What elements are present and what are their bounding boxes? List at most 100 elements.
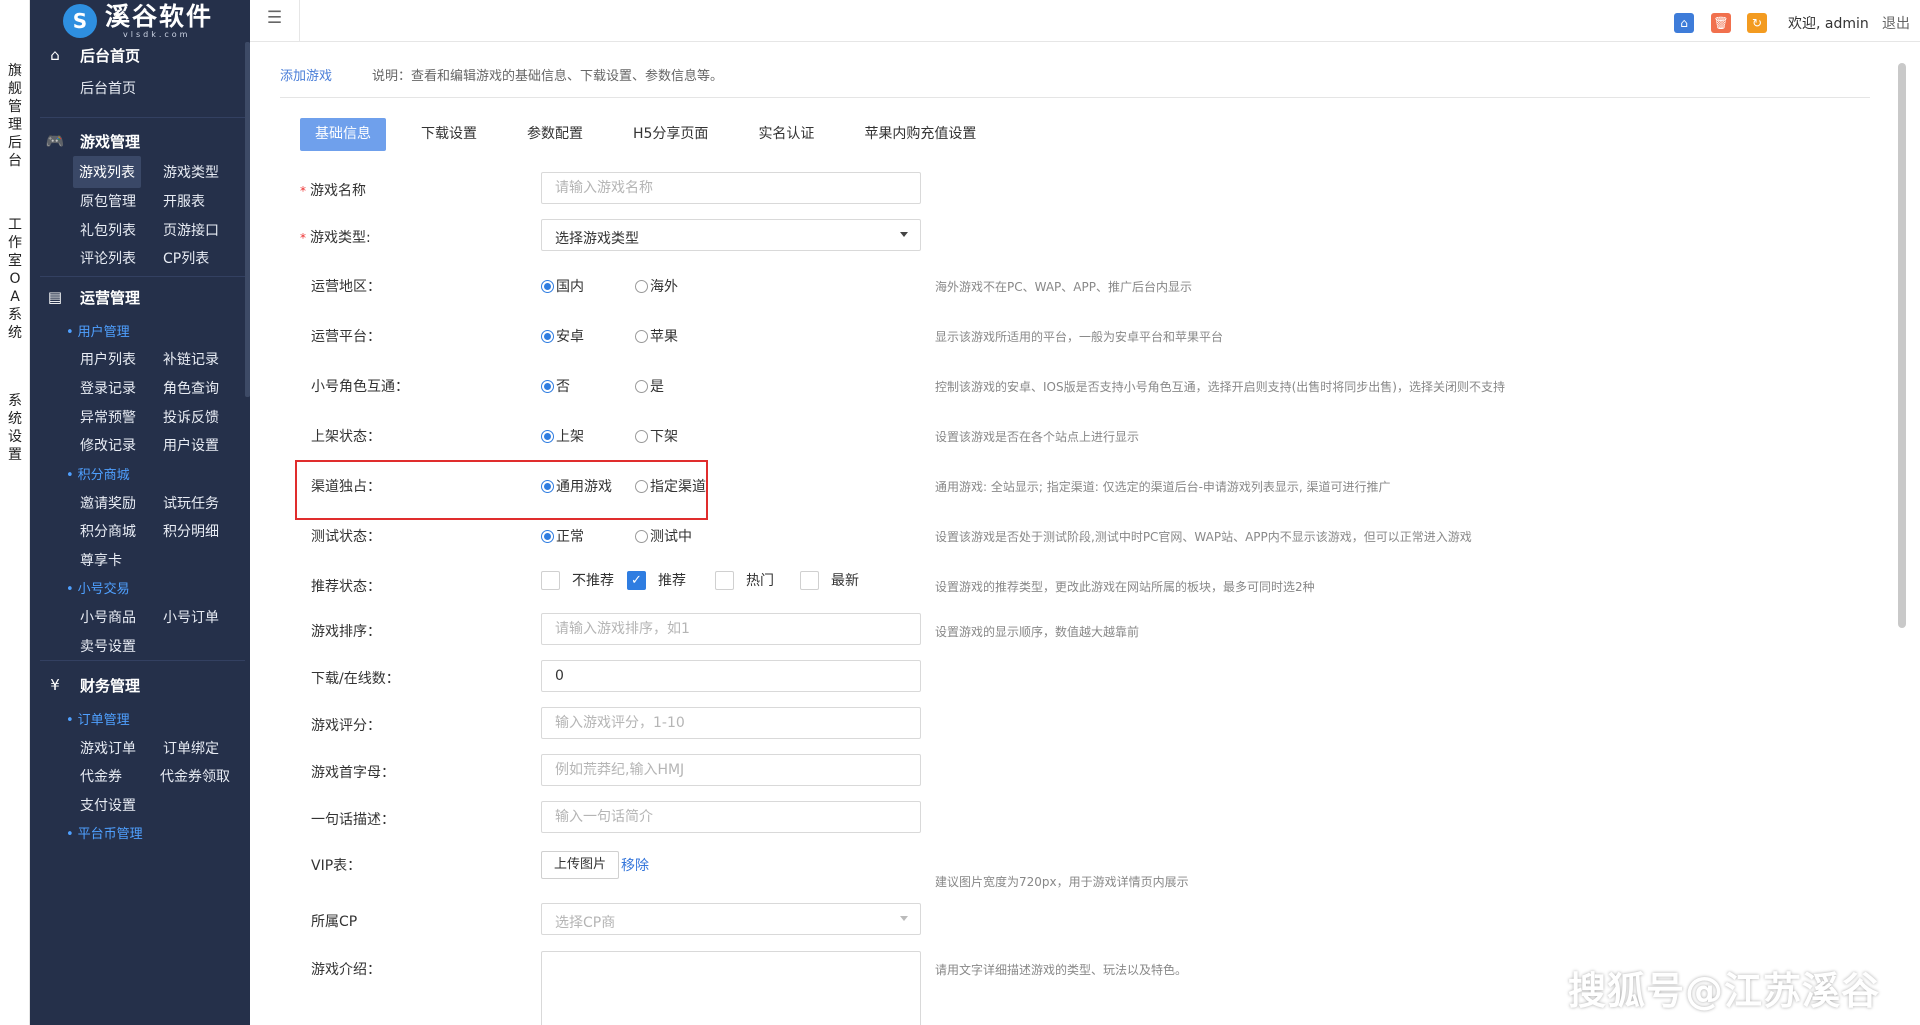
label-sort: 游戏排序： bbox=[311, 624, 381, 640]
sidebar-item-user-list[interactable]: 用户列表 bbox=[80, 349, 136, 369]
sidebar-item-comment-list[interactable]: 评论列表 bbox=[80, 248, 136, 268]
game-type-value: 选择游戏类型 bbox=[555, 231, 639, 247]
sidebar-item-points-detail[interactable]: 积分明细 bbox=[163, 521, 219, 541]
sidebar-item-pay-settings[interactable]: 支付设置 bbox=[80, 795, 136, 815]
sidebar-item-role-query[interactable]: 角色查询 bbox=[163, 378, 219, 398]
sidebar-item-trial-task[interactable]: 试玩任务 bbox=[163, 493, 219, 513]
sidebar-item-login-record[interactable]: 登录记录 bbox=[80, 378, 136, 398]
tab-download-settings[interactable]: 下载设置 bbox=[406, 118, 492, 151]
sidebar-item-relink-record[interactable]: 补链记录 bbox=[163, 349, 219, 369]
tab-h5-share[interactable]: H5分享页面 bbox=[618, 118, 723, 151]
initial-input[interactable] bbox=[541, 754, 921, 786]
watermark: 搜狐号@江苏溪谷 bbox=[1568, 969, 1881, 1013]
sidebar-item-cp-list[interactable]: CP列表 bbox=[163, 248, 209, 268]
radio-shelf-on[interactable]: 上架 bbox=[541, 426, 584, 446]
row-region: 运营地区： 国内 海外 海外游戏不在PC、WAP、APP、推广后台内显示 bbox=[300, 268, 1800, 302]
tab-realname[interactable]: 实名认证 bbox=[743, 118, 829, 151]
nav-group-finance: ¥ 财务管理 订单管理 游戏订单 订单绑定 代金券 代金券领取 支付设置 平台币… bbox=[30, 670, 245, 1025]
radio-account-sync-yes[interactable]: 是 bbox=[635, 376, 664, 396]
tab-param-config[interactable]: 参数配置 bbox=[512, 118, 598, 151]
sidebar-item-vip-card[interactable]: 尊享卡 bbox=[80, 550, 122, 570]
breadcrumb-current[interactable]: 添加游戏 bbox=[280, 65, 332, 84]
radio-channel-general[interactable]: 通用游戏 bbox=[541, 476, 612, 496]
checkbox-newest[interactable]: 最新 bbox=[800, 570, 859, 590]
main-content: 添加游戏 说明：查看和编辑游戏的基础信息、下载设置、参数信息等。 基础信息 下载… bbox=[250, 43, 1920, 1025]
radio-shelf-off[interactable]: 下架 bbox=[635, 426, 678, 446]
label-intro: 游戏介绍： bbox=[311, 962, 381, 978]
tab-apple-iap[interactable]: 苹果内购充值设置 bbox=[849, 118, 991, 151]
sidebar-subhead-platform-coin[interactable]: 平台币管理 bbox=[66, 823, 143, 842]
checkbox-hot[interactable]: 热门 bbox=[715, 570, 774, 590]
sidebar-item-user-settings[interactable]: 用户设置 bbox=[163, 435, 219, 455]
intro-textarea[interactable] bbox=[541, 951, 921, 1025]
radio-platform-android[interactable]: 安卓 bbox=[541, 326, 584, 346]
tab-basic-info[interactable]: 基础信息 bbox=[300, 118, 386, 151]
sidebar-item-modify-record[interactable]: 修改记录 bbox=[80, 435, 136, 455]
cp-select[interactable]: 选择CP商 bbox=[541, 903, 921, 935]
label-cp: 所属CP bbox=[311, 914, 358, 930]
checkbox-recommend[interactable]: ✓ 推荐 bbox=[627, 570, 686, 590]
sidebar-item-voucher-claim[interactable]: 代金券领取 bbox=[160, 766, 230, 786]
sidebar-item-game-type[interactable]: 游戏类型 bbox=[163, 162, 219, 182]
upload-image-button[interactable]: 上传图片 bbox=[541, 851, 620, 879]
logout-link[interactable]: 退出 bbox=[1882, 13, 1910, 33]
sidebar-item-complaint[interactable]: 投诉反馈 bbox=[163, 407, 219, 427]
vertical-nav-system[interactable]: 系统设置 bbox=[0, 392, 30, 464]
checkbox-not-recommend[interactable]: 不推荐 bbox=[541, 570, 614, 590]
downloads-input[interactable] bbox=[541, 660, 921, 692]
sidebar-item-order-binding[interactable]: 订单绑定 bbox=[163, 738, 219, 758]
sidebar-subhead-trade[interactable]: 小号交易 bbox=[66, 578, 130, 597]
radio-test-normal[interactable]: 正常 bbox=[541, 526, 584, 546]
chevron-down-icon bbox=[900, 232, 908, 237]
radio-platform-ios[interactable]: 苹果 bbox=[635, 326, 678, 346]
sidebar-item-server-table[interactable]: 开服表 bbox=[163, 191, 205, 211]
radio-region-overseas[interactable]: 海外 bbox=[635, 276, 678, 296]
nav-group-finance-head[interactable]: ¥ 财务管理 bbox=[30, 670, 245, 700]
label-region: 运营地区： bbox=[311, 279, 381, 295]
sidebar-item-original-package[interactable]: 原包管理 bbox=[80, 191, 136, 211]
page-scrollbar[interactable] bbox=[1898, 63, 1906, 628]
sidebar-subhead-points[interactable]: 积分商城 bbox=[66, 464, 130, 483]
sidebar-item-voucher[interactable]: 代金券 bbox=[80, 766, 122, 786]
score-input[interactable] bbox=[541, 707, 921, 739]
nav-group-operations-head[interactable]: ▤ 运营管理 bbox=[30, 282, 245, 312]
vertical-nav-flagship[interactable]: 旗舰管理后台 bbox=[0, 62, 30, 170]
sort-input[interactable] bbox=[541, 613, 921, 645]
hint-channel: 通用游戏: 全站显示; 指定渠道: 仅选定的渠道后台-申请游戏列表显示, 渠道可… bbox=[935, 480, 1391, 494]
row-recommend: 推荐状态： 不推荐 ✓ 推荐 热门 最新 设置游戏的推荐类型，更改此游戏在网站所属… bbox=[300, 566, 1800, 600]
sidebar-item-account-orders[interactable]: 小号订单 bbox=[163, 607, 219, 627]
refresh-icon[interactable]: ↻ bbox=[1747, 13, 1767, 33]
sidebar-item-game-orders[interactable]: 游戏订单 bbox=[80, 738, 136, 758]
row-account-sync: 小号角色互通： 否 是 控制该游戏的安卓、IOS版是否支持小号角色互通，选择开启… bbox=[300, 368, 1800, 402]
sidebar-item-webgame-api[interactable]: 页游接口 bbox=[163, 220, 219, 240]
label-shelf: 上架状态： bbox=[311, 429, 381, 445]
nav-group-home-head[interactable]: ⌂ 后台首页 bbox=[30, 40, 245, 70]
radio-region-domestic[interactable]: 国内 bbox=[541, 276, 584, 296]
radio-channel-specified[interactable]: 指定渠道 bbox=[635, 476, 706, 496]
sidebar-subhead-orders[interactable]: 订单管理 bbox=[66, 709, 130, 728]
game-name-input[interactable] bbox=[541, 172, 921, 204]
sidebar-item-points-mall[interactable]: 积分商城 bbox=[80, 521, 136, 541]
vertical-nav-studio-oa[interactable]: 工作室OA系统 bbox=[0, 216, 30, 342]
label-account-sync: 小号角色互通： bbox=[311, 379, 409, 395]
game-type-select[interactable]: 选择游戏类型 bbox=[541, 219, 921, 251]
radio-test-testing[interactable]: 测试中 bbox=[635, 526, 692, 546]
sidebar-item-game-list[interactable]: 游戏列表 bbox=[73, 156, 141, 188]
sidebar-item-sell-settings[interactable]: 卖号设置 bbox=[80, 636, 136, 656]
radio-account-sync-no[interactable]: 否 bbox=[541, 376, 570, 396]
sidebar-item-invite-reward[interactable]: 邀请奖励 bbox=[80, 493, 136, 513]
brief-input[interactable] bbox=[541, 801, 921, 833]
sidebar-divider bbox=[40, 660, 245, 661]
sidebar-item-gift-list[interactable]: 礼包列表 bbox=[80, 220, 136, 240]
logo-mark-icon: S bbox=[63, 4, 97, 38]
trash-icon[interactable]: 🗑 bbox=[1711, 13, 1731, 33]
home-icon[interactable]: ⌂ bbox=[1674, 13, 1694, 33]
sidebar-item-abnormal-alert[interactable]: 异常预警 bbox=[80, 407, 136, 427]
sidebar-item-account-goods[interactable]: 小号商品 bbox=[80, 607, 136, 627]
gamepad-icon: 🎮 bbox=[45, 132, 65, 150]
nav-group-game-head[interactable]: 🎮 游戏管理 bbox=[30, 126, 245, 156]
sidebar-item-home[interactable]: 后台首页 bbox=[80, 78, 136, 98]
sidebar-subhead-user[interactable]: 用户管理 bbox=[66, 321, 130, 340]
remove-image-link[interactable]: 移除 bbox=[621, 855, 649, 875]
menu-toggle-icon[interactable]: ☰ bbox=[250, 0, 300, 42]
